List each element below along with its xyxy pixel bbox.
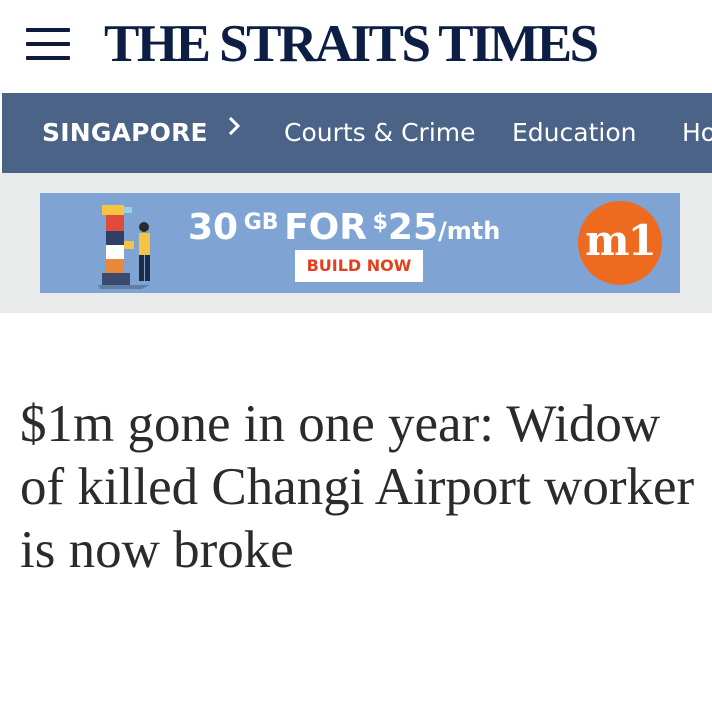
hamburger-menu-icon[interactable]	[26, 28, 70, 60]
article-headline[interactable]: $1m gone in one year: Widow of killed Ch…	[20, 393, 700, 582]
site-logo[interactable]: THE STRAITS TIMES	[104, 14, 599, 74]
ad-for: FOR	[284, 207, 368, 248]
menu-bar	[26, 28, 70, 32]
ad-price: 25	[387, 207, 439, 248]
nav-link-education[interactable]: Education	[512, 117, 636, 149]
ad-build-now-button[interactable]: BUILD NOW	[295, 250, 423, 282]
ad-strip: 30 GB FOR $25/mth BUILD NOW m1	[0, 173, 712, 313]
section-nav: SINGAPORE Courts & Crime Education Ho	[2, 93, 712, 173]
site-header: THE STRAITS TIMES	[0, 0, 712, 93]
ad-amount: 30	[188, 207, 239, 248]
ad-period: /mth	[438, 217, 501, 245]
chevron-right-icon	[228, 116, 241, 136]
nav-link-home[interactable]: Ho	[682, 117, 712, 149]
menu-bar	[26, 56, 70, 60]
m1-logo: m1	[578, 201, 662, 285]
ad-banner[interactable]: 30 GB FOR $25/mth BUILD NOW m1	[40, 193, 680, 293]
ad-unit: GB	[243, 210, 279, 235]
nav-link-courts-crime[interactable]: Courts & Crime	[284, 117, 476, 149]
ad-headline: 30 GB FOR $25/mth	[188, 203, 500, 254]
ad-currency: $	[372, 210, 388, 235]
menu-bar	[26, 42, 70, 46]
nav-section-singapore[interactable]: SINGAPORE	[42, 117, 208, 149]
